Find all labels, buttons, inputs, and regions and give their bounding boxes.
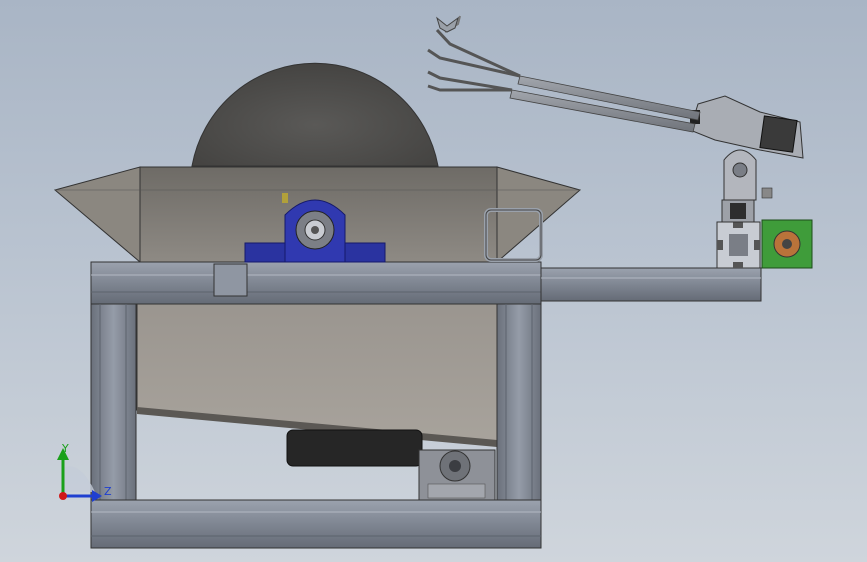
z-axis-arrowhead: [92, 490, 102, 502]
origin-marker: [59, 492, 67, 500]
drive-motor[interactable]: [286, 429, 423, 467]
robot-arm-rods[interactable]: [509, 75, 701, 133]
sanding-disc[interactable]: [191, 62, 439, 167]
y-axis-label: Y: [62, 442, 69, 455]
wing-nut[interactable]: [436, 16, 459, 33]
graphics-viewport[interactable]: Y Z: [0, 0, 867, 562]
worm-gearbox[interactable]: [418, 449, 496, 501]
robot-arm-base[interactable]: [721, 149, 773, 223]
triad-plane: [63, 466, 95, 492]
lower-trough[interactable]: [136, 299, 498, 446]
stepper-motor[interactable]: [761, 219, 813, 269]
z-axis-label: Z: [104, 485, 112, 498]
aluminum-extrusion[interactable]: [716, 221, 761, 269]
coordinate-triad: Y Z: [40, 430, 120, 510]
robot-arm-joint[interactable]: [689, 95, 804, 159]
cad-model-view[interactable]: [0, 0, 867, 562]
